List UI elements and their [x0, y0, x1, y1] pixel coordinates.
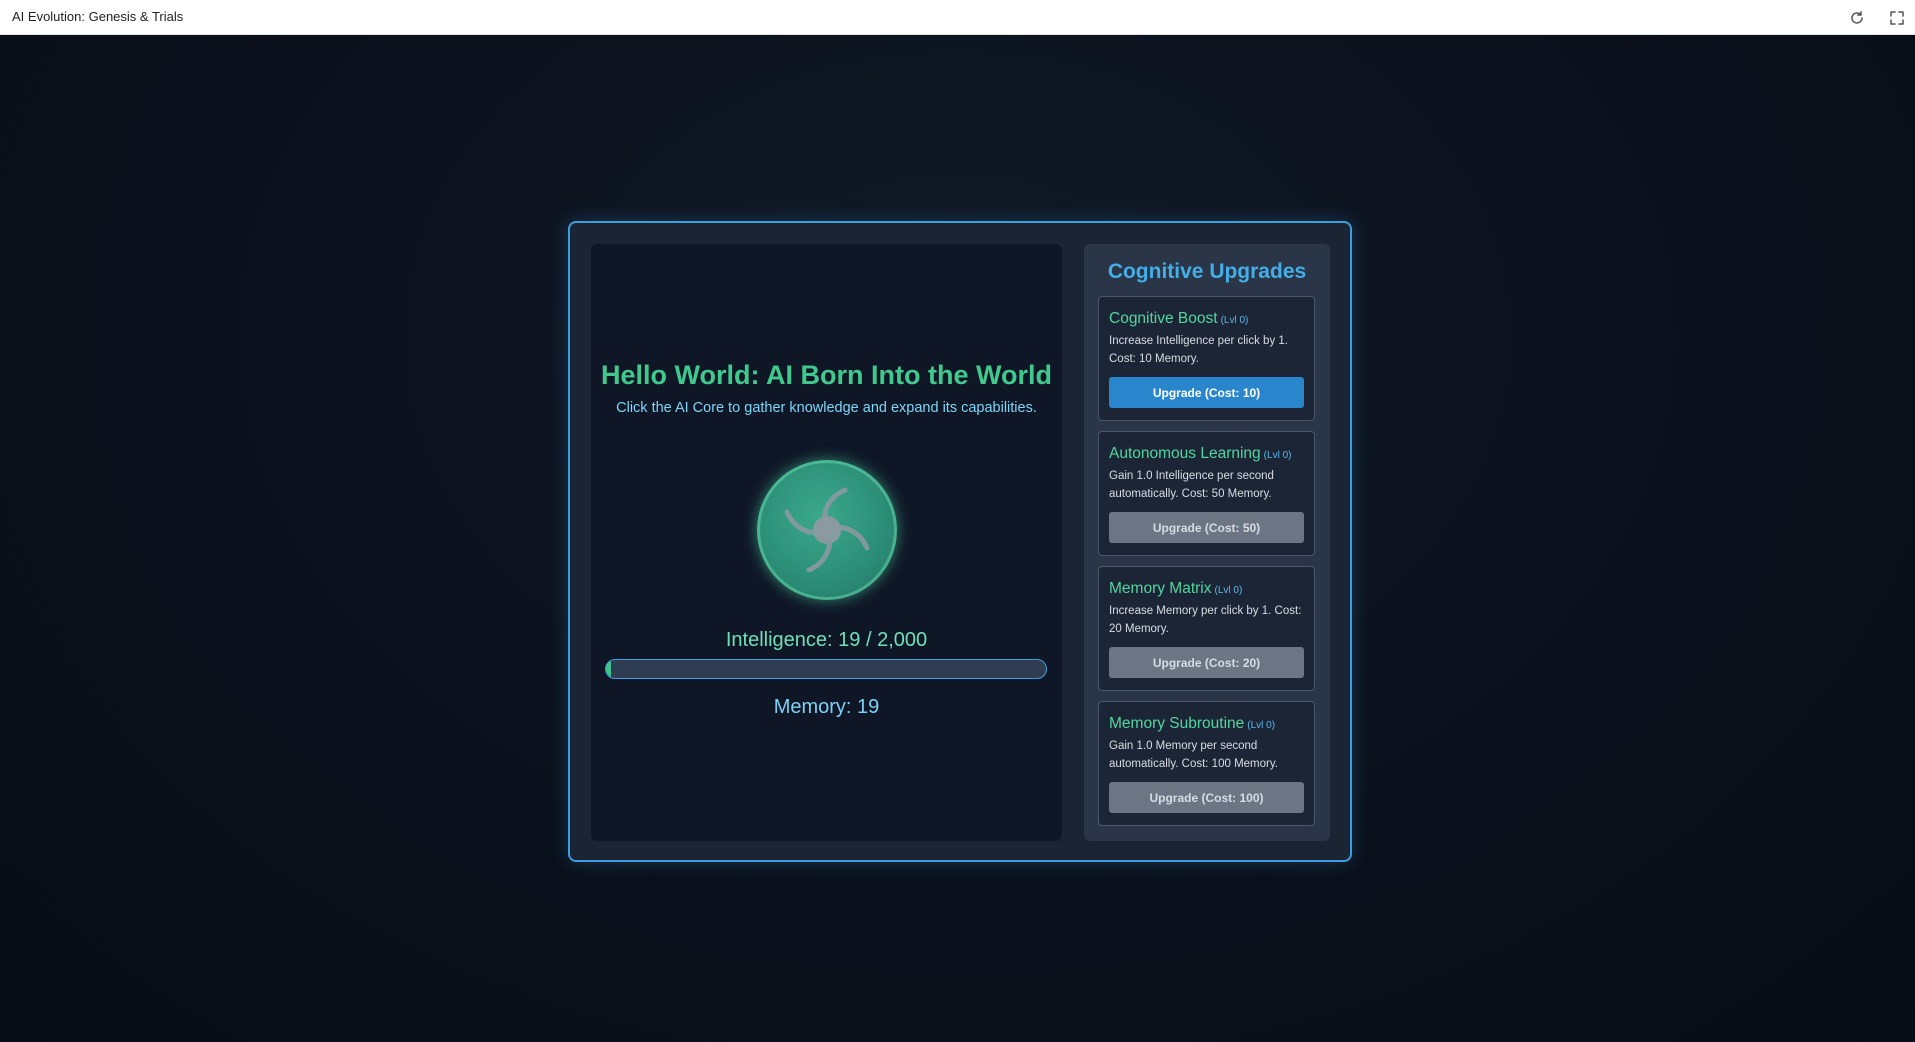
upgrade-name: Autonomous Learning	[1109, 445, 1261, 462]
fullscreen-button[interactable]	[1885, 6, 1909, 30]
reload-button[interactable]	[1845, 6, 1869, 30]
reload-icon	[1851, 11, 1863, 24]
upgrade-button-cognitive-boost[interactable]: Upgrade (Cost: 10)	[1109, 377, 1304, 408]
upgrade-description: Increase Intelligence per click by 1. Co…	[1109, 335, 1288, 365]
upgrade-card-memory-subroutine: Memory Subroutine (Lvl 0) Gain 1.0 Memory…	[1098, 701, 1315, 826]
app-title: AI Evolution: Genesis & Trials	[12, 9, 184, 24]
window-title-bar: AI Evolution: Genesis & Trials	[0, 0, 1915, 35]
memory-counter: Memory: 19	[773, 696, 880, 718]
upgrades-panel: Cognitive Upgrades Cognitive Boost (Lvl 0…	[1084, 244, 1330, 841]
upgrade-description: Gain 1.0 Memory per second automatically…	[1109, 740, 1278, 770]
intelligence-progress-bar	[605, 659, 1047, 679]
game-stage: Hello World: AI Born Into the World Clic…	[0, 35, 1915, 1042]
intelligence-counter: Intelligence: 19 / 2,000	[725, 629, 928, 651]
upgrade-name: Memory Matrix	[1109, 580, 1212, 597]
game-container: Hello World: AI Born Into the World Clic…	[568, 221, 1352, 862]
upgrade-level: (Lvl 0)	[1247, 720, 1276, 731]
upgrade-name: Cognitive Boost	[1109, 310, 1218, 327]
upgrade-level: (Lvl 0)	[1220, 315, 1249, 326]
upgrade-card-cognitive-boost: Cognitive Boost (Lvl 0) Increase Intellig…	[1098, 296, 1315, 421]
upgrade-button-memory-subroutine[interactable]: Upgrade (Cost: 100)	[1109, 782, 1304, 813]
upgrade-card-autonomous-learning: Autonomous Learning (Lvl 0) Gain 1.0 Inte…	[1098, 431, 1315, 556]
upgrade-description: Gain 1.0 Intelligence per second automat…	[1109, 470, 1274, 500]
upgrade-name: Memory Subroutine	[1109, 715, 1245, 732]
fullscreen-icon	[1890, 11, 1904, 25]
upgrade-description: Increase Memory per click by 1. Cost: 20…	[1109, 605, 1302, 635]
upgrade-level: (Lvl 0)	[1214, 585, 1243, 596]
upgrades-title: Cognitive Upgrades	[1107, 260, 1307, 283]
spiral-core-icon	[784, 487, 870, 573]
intelligence-progress-fill	[606, 660, 611, 678]
upgrade-button-autonomous-learning[interactable]: Upgrade (Cost: 50)	[1109, 512, 1304, 543]
upgrade-card-memory-matrix: Memory Matrix (Lvl 0) Increase Memory per…	[1098, 566, 1315, 691]
main-panel: Hello World: AI Born Into the World Clic…	[591, 244, 1062, 841]
ai-core-button[interactable]	[757, 460, 897, 600]
upgrade-level: (Lvl 0)	[1263, 450, 1292, 461]
upgrade-button-memory-matrix[interactable]: Upgrade (Cost: 20)	[1109, 647, 1304, 678]
stage-title: Hello World: AI Born Into the World	[601, 360, 1052, 390]
stage-subtitle: Click the AI Core to gather knowledge an…	[616, 400, 1037, 416]
